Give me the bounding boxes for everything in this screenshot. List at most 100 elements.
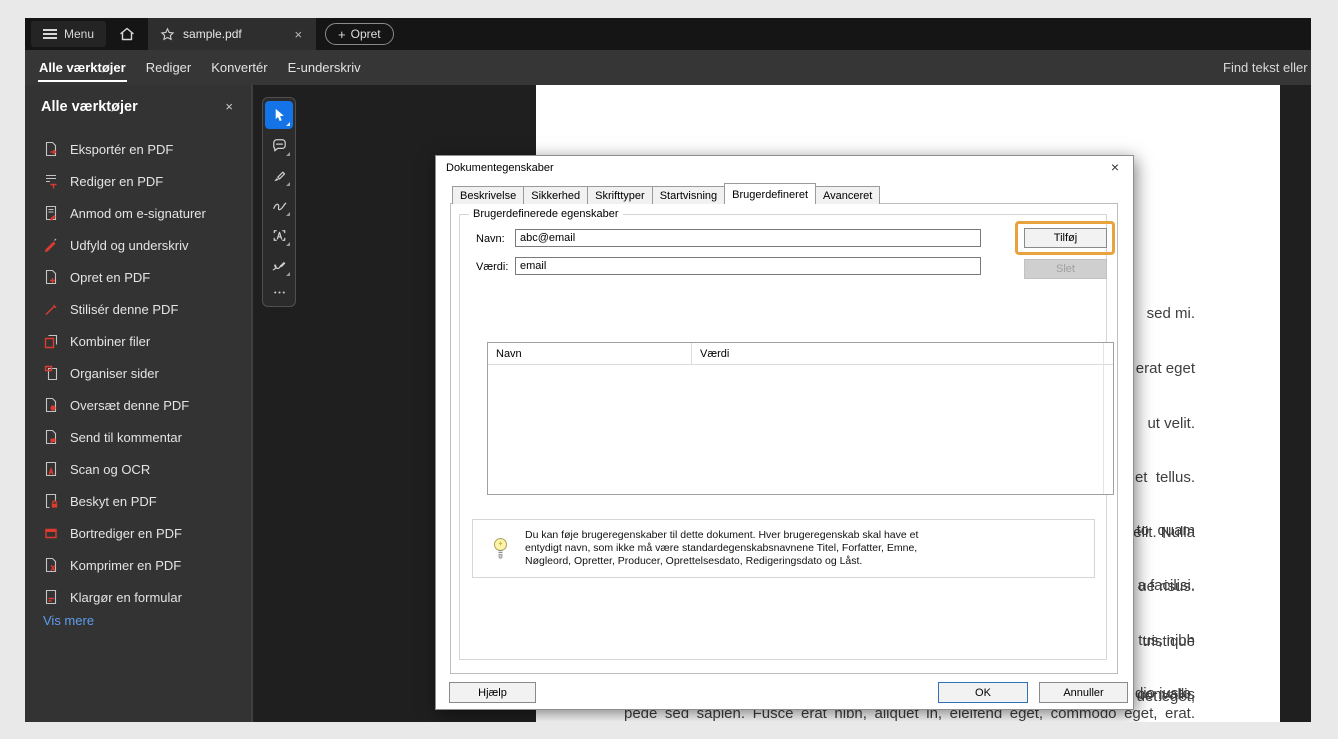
sidebar-item-stiliser-denne-pdf[interactable]: Stilisér denne PDF xyxy=(25,293,251,325)
nav-item-rediger[interactable]: Rediger xyxy=(145,50,193,85)
edit-pdf-icon xyxy=(46,174,57,189)
help-button[interactable]: Hjælp xyxy=(449,682,536,703)
sidebar-item-scan-og-ocr[interactable]: Scan og OCR xyxy=(25,453,251,485)
home-icon xyxy=(120,27,134,41)
dialog-close-icon[interactable]: × xyxy=(1107,159,1123,175)
find-text-button[interactable]: Find tekst eller værktøjer xyxy=(1223,50,1311,85)
tab-sikkerhed[interactable]: Sikkerhed xyxy=(523,186,589,204)
document-tab-title: sample.pdf xyxy=(183,27,242,41)
sidebar-item-kombiner-filer[interactable]: Kombiner filer xyxy=(25,325,251,357)
sidebar-item-label: Organiser sider xyxy=(70,365,159,381)
value-field-label: Værdi: xyxy=(476,261,509,273)
value-input[interactable] xyxy=(515,257,981,275)
dropdown-corner-icon xyxy=(286,122,290,126)
sidebar-item-label: Anmod om e-signaturer xyxy=(70,205,206,221)
ok-button[interactable]: OK xyxy=(938,682,1028,703)
sign-tool-button[interactable] xyxy=(265,251,293,279)
sidebar-item-label: Udfyld og underskriv xyxy=(70,237,189,253)
column-header-navn[interactable]: Navn xyxy=(488,342,692,365)
dropdown-corner-icon xyxy=(286,272,290,276)
export-pdf-icon xyxy=(45,141,57,157)
tip-text: Du kan føje brugeregenskaber til dette d… xyxy=(525,529,919,567)
sidebar-item-opret-en-pdf[interactable]: Opret en PDF xyxy=(25,261,251,293)
prepare-form-icon xyxy=(45,589,57,605)
sidebar-item-label: Kombiner filer xyxy=(70,333,151,349)
sidebar-item-oversaet-denne-pdf[interactable]: Oversæt denne PDF xyxy=(25,389,251,421)
tab-close-icon[interactable]: × xyxy=(292,27,304,42)
sidebar-item-klargor-en-formular[interactable]: Klargør en formular xyxy=(25,581,251,613)
nav-item-label: E-underskriv xyxy=(287,60,361,75)
tab-skrifttyper[interactable]: Skrifttyper xyxy=(587,186,653,204)
document-tab[interactable]: sample.pdf × xyxy=(148,18,317,50)
tab-beskrivelse[interactable]: Beskrivelse xyxy=(452,186,525,204)
dialog-tabstrip: Beskrivelse Sikkerhed Skrifttyper Startv… xyxy=(452,183,881,204)
translate-pdf-icon xyxy=(45,397,57,413)
add-button[interactable]: Tilføj xyxy=(1024,228,1107,248)
nav-item-e-underskriv[interactable]: E-underskriv xyxy=(287,50,362,85)
top-bar: Menu sample.pdf × + Opret xyxy=(25,18,1311,50)
properties-list[interactable]: Navn Værdi xyxy=(487,342,1114,495)
groupbox-label: Brugerdefinerede egenskaber xyxy=(469,208,623,220)
nav-item-label: Rediger xyxy=(145,60,192,75)
more-tools-button[interactable] xyxy=(265,281,293,303)
combine-files-icon xyxy=(44,334,58,349)
sidebar-item-label: Oversæt denne PDF xyxy=(70,397,190,413)
sidebar-item-rediger-en-pdf[interactable]: Rediger en PDF xyxy=(25,165,251,197)
nav-item-konverter[interactable]: Konvertér xyxy=(210,50,268,85)
dropdown-corner-icon xyxy=(286,212,290,216)
name-field-label: Navn: xyxy=(476,233,505,245)
sidebar-item-label: Klargør en formular xyxy=(70,589,182,605)
text-select-tool-button[interactable] xyxy=(265,221,293,249)
sidebar-tool-list: Eksportér en PDF Rediger en PDF Anmod om… xyxy=(25,133,251,613)
sidebar-item-organiser-sider[interactable]: Organiser sider xyxy=(25,357,251,389)
document-canvas: sed mi. erat eget ut velit. et tellus. e… xyxy=(253,85,1311,722)
sidebar-item-eksporter-en-pdf[interactable]: Eksportér en PDF xyxy=(25,133,251,165)
show-more-link[interactable]: Vis mere xyxy=(43,613,94,628)
create-label: Opret xyxy=(350,27,381,41)
screenshot-frame: Menu sample.pdf × + Opret Alle værktøjer… xyxy=(0,0,1338,739)
tab-startvisning[interactable]: Startvisning xyxy=(651,186,726,204)
tab-brugerdefineret[interactable]: Brugerdefineret xyxy=(724,183,816,204)
dialog-title: Dokumentegenskaber xyxy=(446,162,554,174)
sidebar-item-udfyld-og-underskriv[interactable]: Udfyld og underskriv xyxy=(25,229,251,261)
highlight-tool-button[interactable] xyxy=(265,161,293,189)
sidebar-close-icon[interactable]: × xyxy=(221,97,237,116)
sidebar-header: Alle værktøjer × xyxy=(25,85,251,116)
sidebar-item-bortrediger-en-pdf[interactable]: Bortrediger en PDF xyxy=(25,517,251,549)
dialog-titlebar[interactable]: Dokumentegenskaber × xyxy=(436,156,1133,180)
column-header-vaerdi[interactable]: Værdi xyxy=(692,348,737,360)
name-input[interactable] xyxy=(515,229,981,247)
sidebar-item-send-til-kommentar[interactable]: Send til kommentar xyxy=(25,421,251,453)
quick-tools-panel xyxy=(262,97,296,307)
request-signatures-icon xyxy=(45,205,57,221)
ellipsis-icon xyxy=(273,290,285,294)
sidebar-item-label: Rediger en PDF xyxy=(70,173,164,189)
sidebar-item-anmod-om-e-signaturer[interactable]: Anmod om e-signaturer xyxy=(25,197,251,229)
acrobat-window: Menu sample.pdf × + Opret Alle værktøjer… xyxy=(25,18,1311,722)
sidebar-item-label: Send til kommentar xyxy=(70,429,182,445)
dropdown-corner-icon xyxy=(286,242,290,246)
protect-pdf-icon xyxy=(45,493,58,509)
nav-item-alle-vaerktojer[interactable]: Alle værktøjer xyxy=(38,50,127,85)
tab-avanceret[interactable]: Avanceret xyxy=(815,186,881,204)
select-tool-button[interactable] xyxy=(265,101,293,129)
menu-label: Menu xyxy=(64,27,95,41)
sidebar-item-label: Beskyt en PDF xyxy=(70,493,157,509)
home-button[interactable] xyxy=(106,18,148,50)
hamburger-icon xyxy=(43,29,57,39)
nav-item-label: Konvertér xyxy=(211,60,268,75)
star-icon xyxy=(160,27,175,40)
sidebar-item-beskyt-en-pdf[interactable]: Beskyt en PDF xyxy=(25,485,251,517)
document-properties-dialog: Dokumentegenskaber × Beskrivelse Sikkerh… xyxy=(435,155,1134,710)
fill-sign-icon xyxy=(44,238,57,253)
create-button[interactable]: + Opret xyxy=(325,23,394,45)
draw-tool-button[interactable] xyxy=(265,191,293,219)
comment-tool-button[interactable] xyxy=(265,131,293,159)
cancel-button[interactable]: Annuller xyxy=(1039,682,1128,703)
sidebar-item-label: Stilisér denne PDF xyxy=(70,301,179,317)
sidebar-item-komprimer-en-pdf[interactable]: Komprimer en PDF xyxy=(25,549,251,581)
menu-button[interactable]: Menu xyxy=(31,21,107,47)
delete-button: Slet xyxy=(1024,259,1107,279)
send-for-comments-icon xyxy=(45,429,57,445)
stylize-pdf-icon xyxy=(45,304,57,315)
